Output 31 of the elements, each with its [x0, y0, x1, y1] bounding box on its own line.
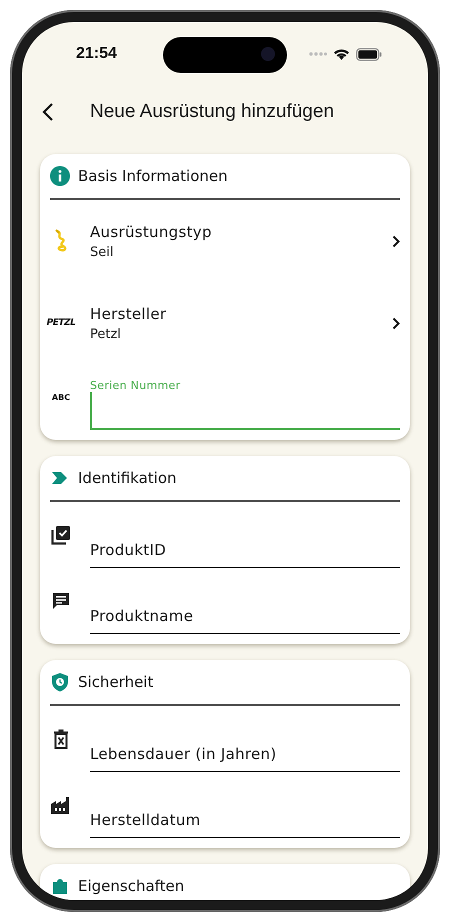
section-title: Eigenschaften: [78, 877, 184, 895]
chevron-right-icon[interactable]: [392, 234, 400, 248]
brand-logo: PETZL: [46, 318, 76, 328]
shield-clock-icon: [50, 672, 70, 692]
input-field[interactable]: ProduktID: [90, 525, 400, 568]
rope-icon: [54, 229, 68, 253]
message-icon: [51, 591, 71, 611]
section-title: Identifikation: [78, 469, 177, 487]
field-label: Hersteller: [90, 304, 168, 322]
clock-time: 21:54: [76, 45, 117, 63]
abc-icon: ABC: [52, 392, 70, 402]
chevron-right-icon[interactable]: [392, 316, 400, 330]
section-title: Sicherheit: [78, 673, 154, 691]
info-icon: [50, 166, 70, 186]
trash-x-icon: [53, 729, 69, 749]
signal-icon: [309, 51, 327, 57]
wifi-icon: [333, 48, 350, 60]
checklist-icon: [51, 525, 71, 545]
field-label: Serien Nummer: [90, 379, 180, 392]
field-value: Seil: [90, 244, 114, 260]
field-value: Petzl: [90, 326, 122, 342]
input-field[interactable]: Produktname: [90, 591, 400, 634]
field-label: Ausrüstungstyp: [90, 222, 213, 240]
back-button[interactable]: [42, 102, 54, 122]
page-title: Neue Ausrüstung hinzufügen: [90, 101, 334, 123]
section-title: Basis Informationen: [78, 167, 228, 185]
factory-icon: [50, 795, 72, 815]
battery-icon: [356, 48, 382, 60]
input-field[interactable]: Lebensdauer (in Jahren): [90, 729, 400, 772]
input-field[interactable]: [90, 392, 400, 430]
input-field[interactable]: Herstelldatum: [90, 795, 400, 838]
